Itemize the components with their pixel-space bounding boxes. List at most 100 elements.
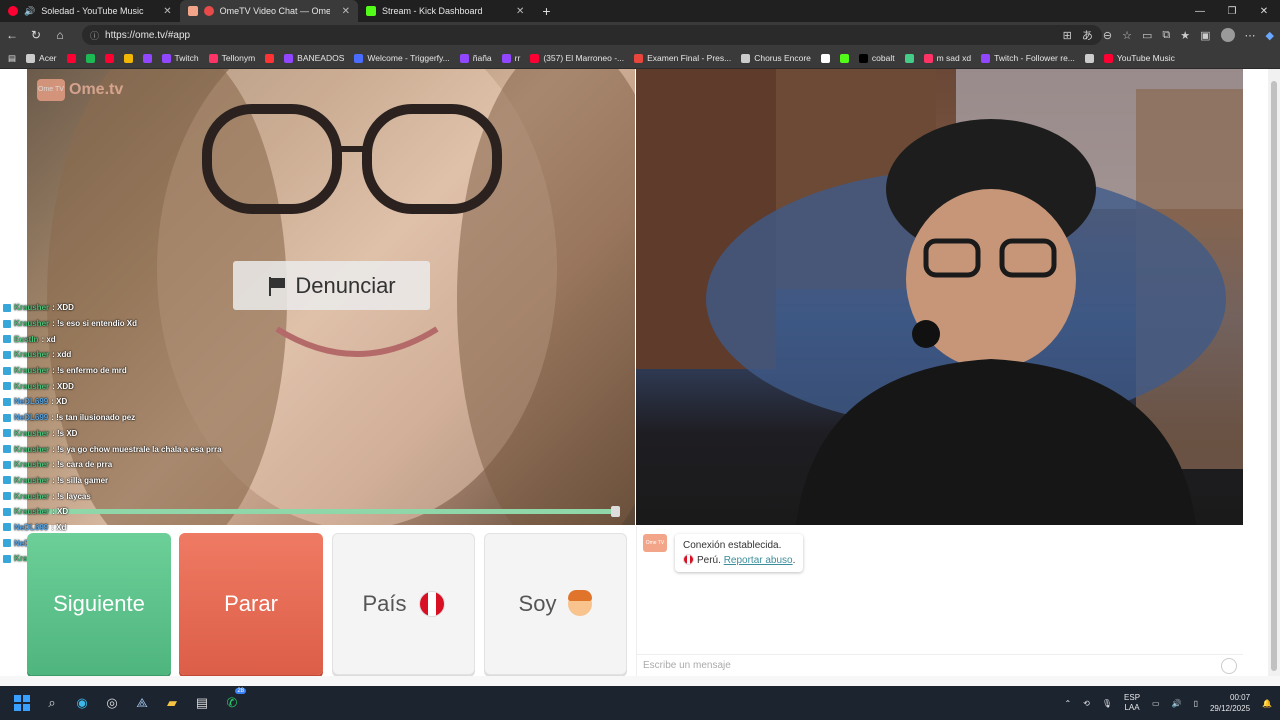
tab-kick-dashboard[interactable]: Stream - Kick Dashboard ✕ xyxy=(358,0,532,22)
country-button[interactable]: País xyxy=(332,533,475,675)
bookmark-item[interactable] xyxy=(265,53,275,63)
close-tab-icon[interactable]: ✕ xyxy=(163,6,171,17)
bookmark-item[interactable]: Examen Final - Pres... xyxy=(634,53,731,63)
page-scrollbar[interactable] xyxy=(1268,69,1280,686)
chat-line: Krausher: !s ya go chow muestrale la cha… xyxy=(3,441,323,457)
chat-message: : !s ya go chow muestrale la chala a esa… xyxy=(52,444,222,454)
peru-flag-icon xyxy=(683,554,694,565)
platform-icon xyxy=(3,476,11,485)
app-available-icon[interactable]: ⊞ xyxy=(1063,29,1072,42)
stream-chat-overlay: Krausher: XDD Krausher: !s eso si entendi… xyxy=(3,300,323,567)
bookmark-item[interactable] xyxy=(142,53,152,63)
bookmark-item[interactable]: YouTube Music xyxy=(1103,53,1175,63)
bookmark-item[interactable]: Acer xyxy=(26,53,57,63)
bookmark-item[interactable]: BANEADOS xyxy=(284,53,344,63)
bookmark-item[interactable]: Chorus Encore xyxy=(741,53,811,63)
bookmark-item[interactable]: (357) El Marroneo -... xyxy=(530,53,624,63)
bookmark-item[interactable] xyxy=(66,53,76,63)
menu-dots-icon[interactable]: ⋯ xyxy=(1245,29,1256,42)
tab-youtube-music[interactable]: 🔊 Soledad - YouTube Music ✕ xyxy=(0,0,180,22)
chevron-up-icon[interactable]: ⌃ xyxy=(1064,699,1071,708)
bookmark-item[interactable]: cobalt xyxy=(858,53,895,63)
msi-icon[interactable]: ▤ xyxy=(188,689,216,717)
notification-bell-icon[interactable]: 🔔 xyxy=(1262,699,1272,708)
lang-top: ESP xyxy=(1124,693,1141,702)
obs-icon[interactable]: ◎ xyxy=(98,689,126,717)
restore-icon[interactable]: ❐ xyxy=(1216,6,1248,17)
kick-icon xyxy=(366,6,376,16)
bookmarks-icon[interactable]: ▤ xyxy=(8,53,16,64)
message-input[interactable]: Escribe un mensaje xyxy=(636,654,1243,676)
report-abuse-link[interactable]: Reportar abuso xyxy=(724,555,793,566)
copilot-icon[interactable]: ◆ xyxy=(1266,29,1274,42)
back-arrow-icon[interactable]: ← xyxy=(0,28,24,42)
tab-ometv[interactable]: OmeTV Video Chat — Omeg ✕ xyxy=(179,0,358,22)
chat-line: Krausher: xdd xyxy=(3,347,323,363)
extensions-icon[interactable]: ⧉ xyxy=(1162,29,1170,42)
language-indicator[interactable]: ESP LAA xyxy=(1124,693,1140,713)
emoji-icon[interactable] xyxy=(1221,658,1237,674)
bookmark-label: YouTube Music xyxy=(1116,53,1175,63)
next-button[interactable]: Siguiente xyxy=(27,533,171,675)
profile-avatar[interactable] xyxy=(1220,28,1235,42)
new-tab-button[interactable]: + xyxy=(542,3,550,19)
sync-icon[interactable]: ⟲ xyxy=(1083,699,1090,708)
camera-icon[interactable]: ▭ xyxy=(1142,29,1152,42)
edge-icon[interactable]: ◉ xyxy=(68,689,96,717)
bookmark-item[interactable] xyxy=(839,53,849,63)
favorites-icon[interactable]: ★ xyxy=(1180,29,1190,42)
chat-line: NeDL699: XD xyxy=(3,394,323,410)
close-tab-icon[interactable]: ✕ xyxy=(516,6,524,17)
bookmark-favicon-icon xyxy=(634,53,644,63)
address-bar[interactable]: ⓘ https://ome.tv/#app xyxy=(82,25,1102,45)
bookmark-favicon-icon xyxy=(265,53,275,63)
chat-username: Krausher xyxy=(14,319,50,329)
search-icon[interactable]: ⌕ xyxy=(38,689,66,717)
volume-icon[interactable]: 🔊 xyxy=(1172,699,1182,708)
close-tab-icon[interactable]: ✕ xyxy=(342,6,350,17)
collections-icon[interactable]: ▣ xyxy=(1200,29,1210,42)
country-button-label: País xyxy=(362,591,407,616)
chat-username: Krausher xyxy=(14,366,50,376)
close-window-icon[interactable]: ✕ xyxy=(1248,6,1280,17)
chat-message: : !s silla gamer xyxy=(52,475,109,485)
stop-button[interactable]: Parar xyxy=(179,533,323,675)
whatsapp-icon[interactable]: ✆ 28 xyxy=(218,688,246,717)
steam-icon[interactable]: ⟁ xyxy=(128,689,156,717)
bookmark-item[interactable]: rr xyxy=(501,53,521,63)
volume-knob[interactable] xyxy=(611,506,620,517)
translate-icon[interactable]: あ xyxy=(1082,27,1093,43)
bookmark-item[interactable] xyxy=(904,53,914,63)
bookmark-item[interactable] xyxy=(820,53,830,63)
minimize-icon[interactable]: — xyxy=(1184,6,1216,17)
site-info-icon[interactable]: ⓘ xyxy=(90,29,99,42)
file-explorer-icon[interactable]: ▰ xyxy=(158,689,186,717)
bookmark-label: rr xyxy=(514,53,521,63)
ometv-logo-text: Ome.tv xyxy=(69,81,124,98)
bookmark-item[interactable]: m sad xd xyxy=(923,53,971,63)
speaker-icon[interactable]: 🔊 xyxy=(24,6,35,17)
bookmark-item[interactable] xyxy=(104,53,114,63)
bookmark-item[interactable]: Twitch xyxy=(161,53,199,63)
more-tools-icon[interactable]: ⊖ xyxy=(1103,29,1112,42)
bookmark-item[interactable]: Tellonym xyxy=(208,53,255,63)
scrollbar-thumb[interactable] xyxy=(1271,81,1277,671)
bookmark-item[interactable]: Twitch - Follower re... xyxy=(981,53,1075,63)
clock-time: 00:07 xyxy=(1230,693,1251,702)
network-icon[interactable]: ▭ xyxy=(1152,699,1160,708)
bookmark-item[interactable]: Welcome - Triggerfy... xyxy=(354,53,450,63)
battery-icon[interactable]: ▯ xyxy=(1194,699,1198,708)
bookmark-item[interactable] xyxy=(1084,53,1094,63)
home-icon[interactable]: ⌂ xyxy=(48,28,72,42)
microphone-icon[interactable]: 🎙 xyxy=(1102,699,1112,708)
platform-icon xyxy=(3,507,11,516)
clock[interactable]: 00:07 29/12/2025 xyxy=(1210,692,1250,714)
start-button[interactable] xyxy=(8,689,36,717)
bookmark-item[interactable] xyxy=(85,53,95,63)
gender-button[interactable]: Soy xyxy=(484,533,627,675)
favorite-star-icon[interactable]: ☆ xyxy=(1122,29,1132,42)
bookmark-item[interactable] xyxy=(123,53,133,63)
reload-icon[interactable]: ↻ xyxy=(24,28,48,42)
bookmark-item[interactable]: ñaña xyxy=(459,53,492,63)
chat-username: Krausher xyxy=(14,428,50,438)
